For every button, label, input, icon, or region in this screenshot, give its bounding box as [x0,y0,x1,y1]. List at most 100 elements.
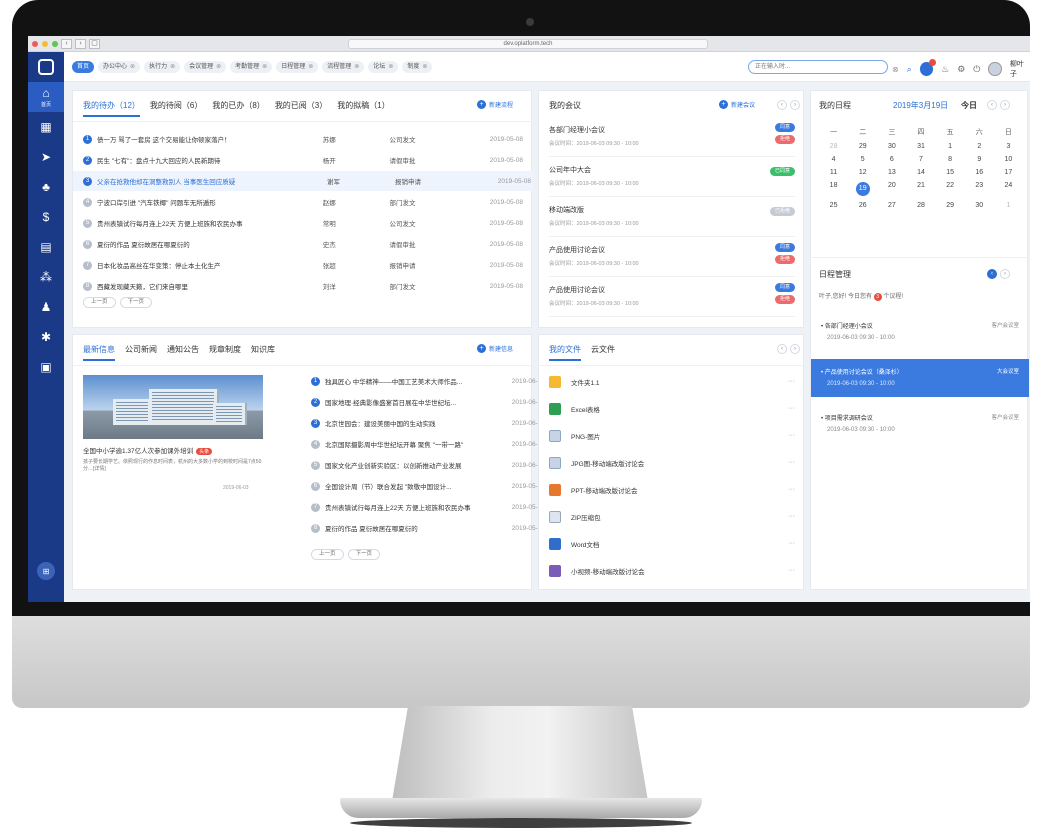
sidebar-item-contacts[interactable]: ♣ [28,172,64,202]
today-button[interactable]: 今日 [961,100,977,111]
prev-arrow-icon[interactable]: ‹ [777,344,787,354]
news-row[interactable]: 6 全国设计周（节）联合发起 "致敬中国设计... 2019-05-08 [311,476,545,496]
calendar-day[interactable]: 30 [965,202,994,209]
table-row[interactable]: 7 日本化妆品高丝在华变策：停止本土化生产 张超 报销申请 2019-05-08 [83,255,523,275]
todo-tab[interactable]: 我的已办（8） [212,100,264,117]
calendar-day[interactable]: 10 [994,156,1023,163]
calendar-day[interactable]: 31 [906,143,935,150]
nav-tab[interactable]: 流程管理 ⊗ [322,61,365,73]
more-icon[interactable]: ··· [788,513,795,520]
news-feature-title[interactable]: 全国中小学逾1.37亿人次参加课外培训 头条 [83,445,263,455]
nav-tab[interactable]: 执行力 ⊗ [144,61,181,73]
news-row[interactable]: 5 国家文化产业创新实验区：以创新推动产业发展 2019-06-04 [311,455,545,475]
close-tab-icon[interactable]: ⊗ [130,64,135,70]
close-tab-icon[interactable]: ⊗ [308,64,313,70]
sidebar-item-finance[interactable]: $ [28,202,64,232]
news-title[interactable]: 独具匠心 中华精神——中国工艺美术大师作品... [325,376,505,386]
file-row[interactable]: PPT-移动端改版讨论会 ··· [549,479,795,500]
row-title[interactable]: 日本化妆品高丝在华变策：停止本土化生产 [97,260,323,270]
close-tab-icon[interactable]: ⊗ [388,64,393,70]
calendar-day[interactable]: 7 [906,156,935,163]
settings-icon[interactable]: ⚙ [957,64,965,75]
more-icon[interactable]: ··· [788,432,795,439]
row-title[interactable]: 宁波口岸引进 "汽车铁椰" 问题车无所遁形 [97,197,323,207]
nav-tab[interactable]: 制度 ⊗ [402,61,433,73]
new-process-button[interactable]: + 新建流程 [477,100,513,109]
file-row[interactable]: Word文档 ··· [549,533,795,554]
prev-arrow-icon[interactable]: ‹ [777,100,787,110]
next-arrow-icon[interactable]: › [790,344,800,354]
nav-tab[interactable]: 办公中心 ⊗ [98,61,141,73]
calendar-day[interactable]: 20 [877,182,906,196]
nav-tab[interactable]: 日程管理 ⊗ [276,61,319,73]
meeting-action-primary[interactable]: 同意 [774,123,795,132]
calendar-day[interactable]: 24 [994,182,1023,196]
file-tab[interactable]: 我的文件 [549,344,581,361]
file-row[interactable]: PNG-图片 ··· [549,425,795,446]
forward-icon[interactable]: › [75,38,86,49]
maximize-window-button[interactable] [52,40,58,47]
close-tab-icon[interactable]: ⊗ [216,64,221,70]
calendar-day[interactable]: 2 [965,143,994,150]
meeting-action-primary[interactable]: 同意 [774,283,795,292]
search-input[interactable]: 正在输入时... [748,60,888,74]
meeting-item[interactable]: 各部门经理小会议 会议时间：2019-06-03 09:30 - 10:00 同意拒… [549,119,795,157]
next-arrow-icon[interactable]: › [1000,269,1010,279]
todo-tab[interactable]: 我的已阅（3） [275,100,327,117]
calendar-day[interactable]: 28 [819,143,848,150]
calendar-day[interactable]: 16 [965,169,994,176]
table-row[interactable]: 2 民生 "七有"：盘点十九大回应的人民新期待 杨开 请假审批 2019-05-08 [83,150,523,170]
close-tab-icon[interactable]: ⊗ [422,64,427,70]
sidebar-item-monitor[interactable]: ▣ [28,352,64,382]
news-row[interactable]: 4 北京国际摄影周中华世纪坛开幕 聚焦 "一带一路" 2019-06-04 [311,434,545,454]
sidebar-toggle-icon[interactable]: ▢ [89,38,100,49]
calendar-day[interactable]: 19 [848,182,877,196]
calendar-day[interactable]: 29 [848,143,877,150]
next-page-button[interactable]: 下一页 [347,549,381,560]
apps-grid-icon[interactable]: ⊞ [37,562,55,580]
nav-tab[interactable]: 首页 [72,61,95,73]
more-icon[interactable]: ··· [788,459,795,466]
meeting-action-primary[interactable]: 已拒绝 [769,207,795,216]
meeting-item[interactable]: 产品使用讨论会议 会议时间：2019-06-03 09:30 - 10:00 同意拒… [549,239,795,277]
skin-icon[interactable]: ♨ [941,64,949,75]
next-page-button[interactable]: 下一页 [119,297,153,308]
sidebar-item-team[interactable]: ♟ [28,292,64,322]
calendar-day[interactable]: 18 [819,182,848,196]
row-title[interactable]: 父亲在抢救他却在洞整救别人 当事医生回应质疑 [97,176,327,186]
meeting-action-secondary[interactable]: 拒绝 [774,135,795,144]
calendar-today[interactable]: 19 [855,182,870,196]
calendar-day[interactable]: 14 [906,169,935,176]
news-row[interactable]: 8 夏衍的作品 夏衍故居在哪夏衍的 2019-05-08 [311,518,545,538]
news-feature-image[interactable] [83,375,263,439]
table-row[interactable]: 5 贵州表镇试行每月连上22天 方便上班族和农民办事 常明 公司发文 2019-05-0… [83,213,523,233]
nav-tab[interactable]: 论坛 ⊗ [368,61,399,73]
calendar-day[interactable]: 26 [848,202,877,209]
file-row[interactable]: 文件夹1.1 ··· [549,371,795,392]
meeting-item[interactable]: 产品使用讨论会议 会议时间：2019-06-03 09:30 - 10:00 同意拒… [549,279,795,317]
todo-tab[interactable]: 我的拟稿（1） [337,100,389,117]
file-row[interactable]: Excel表格 ··· [549,398,795,419]
prev-page-button[interactable]: 上一页 [311,549,344,560]
calendar-day[interactable]: 4 [819,156,848,163]
news-title[interactable]: 夏衍的作品 夏衍故居在哪夏衍的 [325,523,505,533]
row-title[interactable]: 夏衍的作品 夏衍故居在哪夏衍的 [97,239,323,249]
calendar-day[interactable]: 6 [877,156,906,163]
schedule-item[interactable]: • 各部门经理小会议 客户会议室 2019-06-03 09:30 - 10:00 [811,313,1029,351]
meeting-action-primary[interactable]: 同意 [774,243,795,252]
next-arrow-icon[interactable]: › [790,100,800,110]
file-tab[interactable]: 云文件 [591,344,615,361]
file-name[interactable]: 小视频-移动端改版讨论会 [571,566,788,576]
address-bar[interactable]: dev.oplatform.tech [348,39,708,49]
news-title[interactable]: 全国设计周（节）联合发起 "致敬中国设计... [325,481,505,491]
row-title[interactable]: 贵州表镇试行每月连上22天 方便上班族和农民办事 [97,218,323,228]
file-row[interactable]: ZIP压缩包 ··· [549,506,795,527]
prev-page-button[interactable]: 上一页 [83,297,116,308]
username[interactable]: 柳叶子 [1010,59,1030,79]
todo-tab[interactable]: 我的待办（12） [83,100,140,117]
close-tab-icon[interactable]: ⊗ [170,64,175,70]
calendar-day[interactable]: 30 [877,143,906,150]
meeting-item[interactable]: 移动端改版 会议时间：2019-06-03 09:30 - 10:00 已拒绝 [549,199,795,237]
file-name[interactable]: Excel表格 [571,404,788,414]
meeting-action-secondary[interactable]: 拒绝 [774,295,795,304]
